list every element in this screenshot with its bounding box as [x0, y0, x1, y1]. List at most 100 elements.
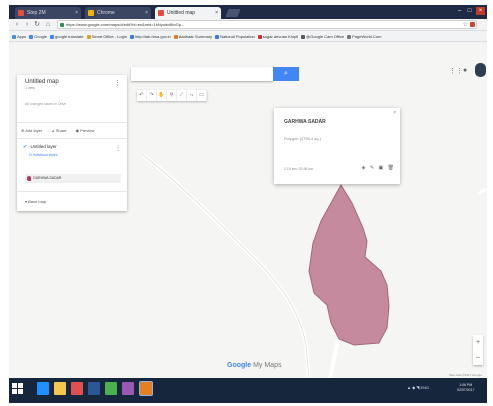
district-polygon[interactable] — [308, 184, 390, 346]
bookmark-item[interactable]: Smart Office - Login — [86, 32, 127, 41]
avatar[interactable] — [475, 63, 486, 77]
bookmark-item[interactable]: @Google Cam Office — [301, 32, 344, 41]
map-title[interactable]: Untitled map — [25, 79, 59, 85]
system-tray[interactable]: ▲ ◆ ◥ ENG — [407, 385, 429, 390]
bookmark-item[interactable]: sugar devuan Klopfi — [257, 32, 298, 41]
taskbar-ie-icon[interactable] — [37, 382, 49, 395]
share-button[interactable]: ⊿ Share — [51, 128, 70, 133]
layer-name[interactable]: Untitled layer — [30, 144, 56, 149]
desktop-screen: Step 2M × Chrome × Untitled map × – □ × … — [9, 5, 487, 403]
browser-tab-strip: Step 2M × Chrome × Untitled map × – □ × — [9, 5, 487, 19]
taskbar-chrome-icon[interactable] — [105, 382, 117, 395]
style-icon[interactable]: ◈ — [362, 165, 366, 171]
taskbar-explorer-icon[interactable] — [54, 382, 66, 395]
panel-actions: ⊕ Add layer ⊿ Share ◉ Preview — [21, 126, 123, 136]
bookmark-item[interactable]: google translate — [50, 32, 84, 41]
url-text: https://www.google.com/maps/d/edit?hl=en… — [66, 22, 185, 27]
browser-toolbar: ‹ › ↻ ⌂ https://www.google.com/maps/d/ed… — [9, 19, 487, 31]
list-item[interactable]: GARHWA SADAR — [25, 174, 121, 183]
divider — [17, 122, 127, 123]
zoom-out-button[interactable]: – — [473, 350, 483, 365]
taskbar-chrome-active-icon[interactable] — [139, 381, 153, 396]
map-views: 1 view — [25, 86, 35, 90]
tab-label: Step 2M — [27, 10, 46, 16]
edit-icon[interactable]: ✎ — [370, 165, 374, 171]
save-status: All changes saved in Drive — [25, 102, 67, 106]
marker-icon[interactable]: ⚲ — [167, 90, 177, 101]
reload-icon[interactable]: ↻ — [33, 20, 41, 29]
back-icon[interactable]: ‹ — [13, 20, 21, 29]
search-button[interactable]: ⌕ — [273, 67, 299, 81]
apps-grid-icon[interactable]: ⋮⋮ — [449, 67, 463, 75]
ruler-icon[interactable]: ▭ — [197, 90, 207, 101]
draw-line-icon[interactable]: ⟋ — [177, 90, 187, 101]
taskbar-word-icon[interactable] — [88, 382, 100, 395]
bookmark-favicon-icon — [12, 34, 16, 39]
hand-icon[interactable]: ✋ — [157, 90, 167, 101]
bookmark-item[interactable]: PageWorld.Com — [347, 32, 381, 41]
layer-checkbox-icon[interactable]: ✔ — [23, 144, 27, 150]
layer-style-link[interactable]: ⛁ Individual styles — [29, 153, 58, 157]
home-icon[interactable]: ⌂ — [44, 20, 52, 29]
taskbar-media-icon[interactable] — [71, 382, 83, 395]
preview-button[interactable]: ◉ Preview — [76, 128, 99, 133]
photo-icon[interactable]: ▣ — [379, 165, 384, 171]
road-line — [142, 154, 310, 378]
bookmark-favicon-icon — [301, 34, 306, 39]
feature-label: GARHWA SADAR — [33, 176, 62, 180]
close-window-icon[interactable]: × — [476, 7, 485, 15]
close-tab-icon[interactable]: × — [75, 7, 78, 19]
undo-icon[interactable]: ↶ — [137, 90, 147, 101]
bookmark-item[interactable]: Google — [29, 32, 47, 41]
address-bar[interactable]: https://www.google.com/maps/d/edit?hl=en… — [57, 20, 477, 29]
bookmark-favicon-icon — [173, 34, 178, 39]
search-input[interactable] — [131, 67, 273, 81]
tab-favicon-icon — [18, 10, 24, 16]
close-icon[interactable]: × — [393, 110, 396, 116]
layer-options-icon[interactable]: ⋮ — [115, 145, 121, 152]
redo-icon[interactable]: ↷ — [147, 90, 157, 101]
bookmark-star-icon[interactable]: ☆ — [463, 21, 468, 28]
road-line — [141, 153, 311, 378]
tab-favicon-icon — [88, 10, 94, 16]
bookmark-favicon-icon — [215, 34, 220, 39]
minimize-icon[interactable]: – — [455, 7, 464, 15]
layer-header[interactable]: ✔ Untitled layer — [23, 144, 57, 150]
base-map-toggle[interactable]: ▾ Base map — [25, 199, 46, 204]
close-tab-icon[interactable]: × — [215, 7, 218, 19]
clock[interactable]: 1:06 PM 02/07/2017 — [457, 383, 475, 393]
bookmark-item[interactable]: National Population — [215, 32, 255, 41]
close-tab-icon[interactable]: × — [145, 7, 148, 19]
add-layer-button[interactable]: ⊕ Add layer — [21, 128, 46, 133]
more-options-icon[interactable]: ⋮ — [114, 79, 121, 87]
map-attribution: Map data ©2017 Google — [449, 373, 482, 377]
map-toolbar: ↶ ↷ ✋ ⚲ ⟋ ⤷ ▭ — [137, 90, 207, 101]
maximize-icon[interactable]: □ — [465, 7, 474, 15]
directions-icon[interactable]: ⤷ — [187, 90, 197, 101]
windows-start-icon[interactable] — [12, 383, 23, 394]
taskbar-app-icon[interactable] — [122, 382, 134, 395]
browser-tab-active[interactable]: Untitled map × — [155, 7, 221, 19]
google-logo: Google My Maps — [227, 362, 282, 369]
extension-icon[interactable] — [470, 22, 475, 27]
feature-measurements: 2.19 km² 33.95 km — [284, 167, 313, 171]
feature-description: Polygon (4756.4 sq.) — [284, 136, 321, 141]
zoom-control: + – — [473, 335, 483, 365]
bookmark-item[interactable]: Apps — [12, 32, 26, 41]
notifications-icon[interactable]: ● — [463, 67, 467, 74]
tab-label: Chrome — [97, 10, 115, 16]
forward-icon[interactable]: › — [23, 20, 31, 29]
browser-tab-1[interactable]: Step 2M × — [15, 7, 81, 19]
bookmark-favicon-icon — [86, 34, 91, 39]
zoom-in-button[interactable]: + — [473, 335, 483, 350]
bookmarks-bar: Apps Google google translate Smart Office -… — [9, 32, 487, 42]
map-canvas[interactable]: ⌕ ↶ ↷ ✋ ⚲ ⟋ ⤷ ▭ Untitled map 1 view ⋮ Al… — [9, 43, 487, 378]
windows-taskbar: ▲ ◆ ◥ ENG 1:06 PM 02/07/2017 — [9, 378, 487, 403]
polygon-style-icon — [27, 176, 31, 181]
bookmark-item[interactable]: http://lab.hrsa.gov.in — [130, 32, 171, 41]
new-tab-button[interactable] — [225, 9, 241, 17]
browser-tab-2[interactable]: Chrome × — [85, 7, 151, 19]
bookmark-item[interactable]: Aadhaar Summary — [173, 32, 212, 41]
delete-icon[interactable]: 🗑 — [388, 165, 394, 171]
road-line — [328, 334, 341, 378]
